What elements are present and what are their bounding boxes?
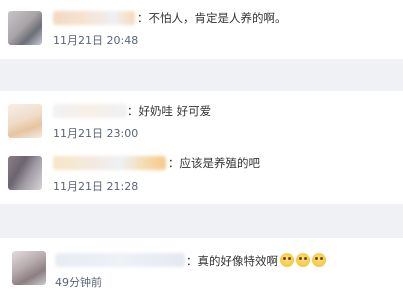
user-avatar-icon[interactable] (8, 156, 42, 190)
comment-timestamp: 11月21日 23:00 (53, 127, 139, 140)
comment-text: ：应该是养殖的吧 (168, 156, 260, 170)
user-avatar-icon[interactable] (8, 104, 42, 138)
comment-text-content: ：真的好像特效啊 (186, 254, 278, 268)
comment-item: ：应该是养殖的吧 11月21日 21:28 (0, 149, 403, 199)
comment-item: ：真的好像特效啊 49分钟前 (0, 242, 403, 292)
comment-card: ：不怕人，肯定是人养的啊。 11月21日 20:48 (0, 0, 403, 59)
smile-emoji-icon (296, 253, 310, 267)
username-blurred[interactable] (53, 104, 127, 118)
user-avatar-icon[interactable] (12, 251, 46, 285)
username-blurred[interactable] (55, 253, 185, 267)
smile-emoji-icon (280, 253, 294, 267)
comment-text: ：不怕人，肯定是人养的啊。 (137, 11, 287, 25)
comment-text: ：真的好像特效啊 (186, 253, 326, 268)
comment-item: ：好奶哇 好可爱 11月21日 23:00 (0, 97, 403, 147)
comment-timestamp: 49分钟前 (55, 276, 102, 289)
comment-timestamp: 11月21日 20:48 (53, 34, 139, 47)
smile-emoji-icon (312, 253, 326, 267)
comment-timestamp: 11月21日 21:28 (53, 180, 139, 193)
comment-text: ：好奶哇 好可爱 (127, 104, 212, 118)
comment-item: ：不怕人，肯定是人养的啊。 11月21日 20:48 (0, 4, 403, 54)
comment-card: ：真的好像特效啊 49分钟前 (0, 238, 403, 301)
username-blurred[interactable] (53, 11, 135, 25)
comment-card: ：好奶哇 好可爱 11月21日 23:00 ：应该是养殖的吧 11月21日 21… (0, 91, 403, 204)
user-avatar-icon[interactable] (8, 11, 42, 45)
username-blurred[interactable] (53, 156, 166, 170)
